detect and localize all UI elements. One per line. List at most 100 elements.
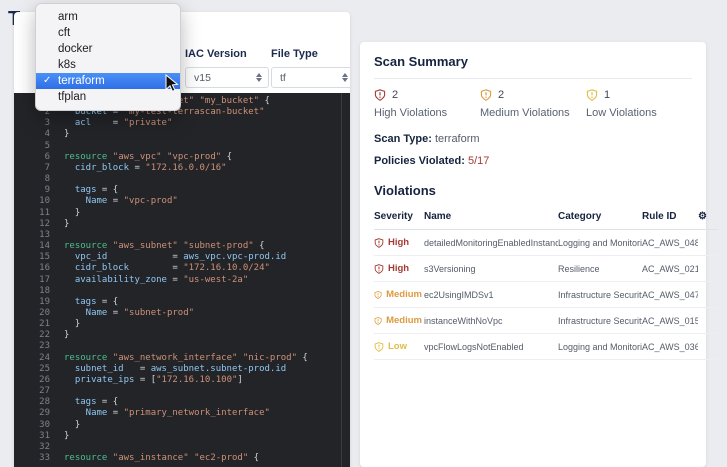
code-line: 21 } xyxy=(14,319,350,330)
iac-version-select[interactable]: v15 xyxy=(185,67,269,88)
line-number: 3 xyxy=(14,118,50,129)
editor-scrollbar[interactable] xyxy=(341,93,342,467)
stat-count: 1 xyxy=(604,89,610,101)
code-line: 31} xyxy=(14,431,350,442)
stat-high-violations: 2 High Violations xyxy=(374,89,480,119)
line-number: 26 xyxy=(14,375,50,386)
severity-label: Medium xyxy=(386,289,422,300)
file-type-label: File Type xyxy=(271,48,350,60)
line-number: 7 xyxy=(14,163,50,174)
line-number: 31 xyxy=(14,431,50,442)
line-number: 5 xyxy=(14,141,50,152)
line-number: 29 xyxy=(14,408,50,419)
code-text: resource "aws_subnet" "subnet-prod" { xyxy=(64,241,265,252)
code-line: 24resource "aws_network_interface" "nic-… xyxy=(14,353,350,364)
shield-severity-icon xyxy=(480,89,492,101)
code-line: 29 Name = "primary_network_interface" xyxy=(14,408,350,419)
stat-count: 2 xyxy=(498,89,504,101)
iac-version-value: v15 xyxy=(194,72,211,84)
code-text: Name = "primary_network_interface" xyxy=(64,408,270,419)
violation-name: detailedMonitoringEnabledInstance xyxy=(424,230,558,256)
code-editor[interactable]: 1resource "aws_s3_bucket" "my_bucket" {2… xyxy=(14,93,350,467)
violation-category: Infrastructure Security xyxy=(558,282,642,308)
line-number: 10 xyxy=(14,196,50,207)
dropdown-item-terraform[interactable]: ✓terraform xyxy=(36,73,180,89)
code-text: tags = { xyxy=(64,297,118,308)
stat-medium-violations: 2 Medium Violations xyxy=(480,89,586,119)
line-number: 24 xyxy=(14,353,50,364)
violation-name: s3Versioning xyxy=(424,256,558,282)
code-text: acl = "private" xyxy=(64,118,172,129)
code-text: cidr_block = "172.16.0.0/16" xyxy=(64,163,227,174)
code-line: 30 } xyxy=(14,420,350,431)
stat-label: Medium Violations xyxy=(480,107,586,119)
code-text: vpc_id = aws_vpc.vpc-prod.id xyxy=(64,252,286,263)
policies-violated-value: 5/17 xyxy=(468,155,489,167)
code-text: } xyxy=(64,219,69,230)
violation-rule-id: AC_AWS_0369 xyxy=(642,334,698,360)
file-type-select[interactable]: tf xyxy=(271,67,350,88)
code-line: 4} xyxy=(14,129,350,140)
severity-label: Low xyxy=(388,341,407,352)
line-number: 12 xyxy=(14,219,50,230)
line-number: 20 xyxy=(14,308,50,319)
line-number: 4 xyxy=(14,129,50,140)
line-number: 30 xyxy=(14,420,50,431)
code-line: 27 xyxy=(14,386,350,397)
code-text: subnet_id = aws_subnet.subnet-prod.id xyxy=(64,364,286,375)
dropdown-item-tfplan[interactable]: tfplan xyxy=(36,89,180,105)
dropdown-item-arm[interactable]: arm xyxy=(36,9,180,25)
dropdown-item-k8s[interactable]: k8s xyxy=(36,57,180,73)
col-severity: Severity xyxy=(374,206,424,230)
scan-type-value: terraform xyxy=(435,133,480,145)
code-text: } xyxy=(64,129,69,140)
violation-row[interactable]: MediuminstanceWithNoVpcInfrastructure Se… xyxy=(374,308,718,334)
table-settings-gear-icon[interactable]: ⚙ xyxy=(698,206,718,230)
stat-label: High Violations xyxy=(374,107,480,119)
shield-severity-icon xyxy=(374,342,384,352)
stat-low-violations: 1Low Violations xyxy=(586,89,692,119)
code-text: } xyxy=(64,431,69,442)
file-type-value: tf xyxy=(280,72,286,84)
line-number: 17 xyxy=(14,275,50,286)
line-number: 14 xyxy=(14,241,50,252)
violation-row[interactable]: HighdetailedMonitoringEnabledInstanceLog… xyxy=(374,230,718,256)
code-line: 8 xyxy=(14,174,350,185)
line-number: 22 xyxy=(14,330,50,341)
code-line: 15 vpc_id = aws_vpc.vpc-prod.id xyxy=(14,252,350,263)
shield-severity-icon xyxy=(374,238,384,248)
violation-name: ec2UsingIMDSv1 xyxy=(424,282,558,308)
code-text: resource "aws_instance" "ec2-prod" { xyxy=(64,453,259,464)
code-text: resource "aws_vpc" "vpc-prod" { xyxy=(64,152,232,163)
shield-severity-icon xyxy=(586,89,598,101)
violation-category: Infrastructure Security xyxy=(558,308,642,334)
line-number: 28 xyxy=(14,397,50,408)
violation-row[interactable]: LowvpcFlowLogsNotEnabledLogging and Moni… xyxy=(374,334,718,360)
mouse-cursor xyxy=(165,74,179,94)
file-type-field: File Type tf xyxy=(271,48,350,88)
code-text: availability_zone = "us-west-2a" xyxy=(64,275,248,286)
summary-stats: 2 High Violations 2 Medium Violations1Low V… xyxy=(374,89,692,119)
line-number: 19 xyxy=(14,297,50,308)
stat-count: 2 xyxy=(392,89,398,101)
divider xyxy=(374,78,692,79)
code-line: 25 subnet_id = aws_subnet.subnet-prod.id xyxy=(14,364,350,375)
shield-severity-icon xyxy=(374,264,384,274)
code-text: tags = { xyxy=(64,397,118,408)
policies-violated-label: Policies Violated: xyxy=(374,155,468,167)
code-line: 33 resource "aws_instance" "ec2-prod" { xyxy=(14,453,350,464)
dropdown-item-cft[interactable]: cft xyxy=(36,25,180,41)
iac-version-label: IAC Version xyxy=(185,48,269,60)
col-category: Category xyxy=(558,206,642,230)
scan-results-card: Scan Summary 2 High Violations 2 Medium Vio… xyxy=(360,42,706,467)
code-line: 3 acl = "private" xyxy=(14,118,350,129)
line-number: 18 xyxy=(14,286,50,297)
violation-row[interactable]: Highs3VersioningResilienceAC_AWS_0214 xyxy=(374,256,718,282)
code-text: } xyxy=(64,330,69,341)
violation-name: vpcFlowLogsNotEnabled xyxy=(424,334,558,360)
code-line: 17 availability_zone = "us-west-2a" xyxy=(14,275,350,286)
dropdown-item-docker[interactable]: docker xyxy=(36,41,180,57)
scan-summary-title: Scan Summary xyxy=(374,54,692,69)
violation-row[interactable]: Mediumec2UsingIMDSv1Infrastructure Secur… xyxy=(374,282,718,308)
line-number: 33 xyxy=(14,453,50,464)
